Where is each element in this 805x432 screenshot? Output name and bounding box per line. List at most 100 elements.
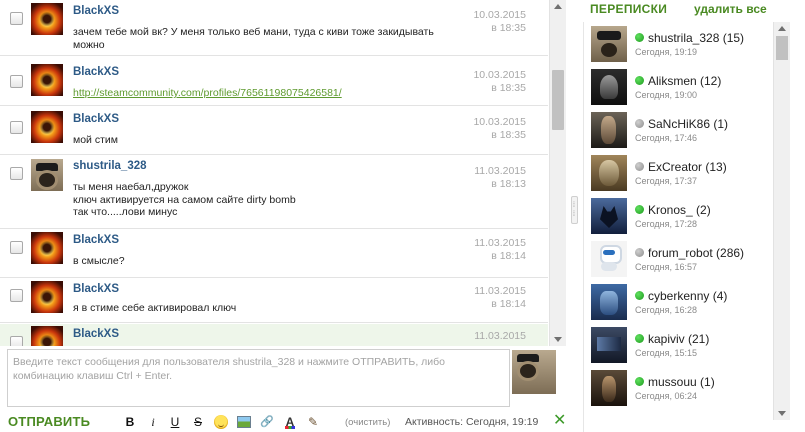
recipient-avatar bbox=[512, 350, 556, 394]
message-input[interactable] bbox=[8, 350, 509, 406]
dialog-time: Сегодня, 17:37 bbox=[635, 176, 698, 186]
message-checkbox[interactable] bbox=[10, 167, 23, 180]
creator-avatar bbox=[591, 155, 627, 191]
dialog-time: Сегодня, 16:57 bbox=[635, 262, 698, 272]
message-link[interactable]: http://steamcommunity.com/profiles/76561… bbox=[73, 87, 342, 99]
image-icon[interactable] bbox=[237, 416, 251, 428]
dialog-item[interactable]: shustrila_328 (15) Сегодня, 19:19 bbox=[584, 22, 773, 65]
fire-avatar[interactable] bbox=[31, 326, 63, 346]
wolf-avatar bbox=[591, 198, 627, 234]
message-text: я в стиме себе активировал ключ bbox=[73, 302, 237, 314]
panel-splitter[interactable]: ⁞ ⁞ bbox=[571, 196, 578, 224]
scroll-thumb[interactable] bbox=[552, 70, 564, 130]
dialog-time: Сегодня, 19:00 bbox=[635, 90, 698, 100]
delete-all-button[interactable]: удалить все bbox=[694, 2, 767, 16]
online-status-icon bbox=[635, 291, 644, 300]
smiley-icon[interactable] bbox=[214, 415, 228, 429]
pug-avatar[interactable] bbox=[31, 159, 63, 191]
bold-icon[interactable]: B bbox=[122, 414, 138, 430]
message-author[interactable]: BlackXS bbox=[73, 66, 119, 78]
message-row: BlackXS 11.03.2015 bbox=[0, 324, 548, 346]
fire-avatar[interactable] bbox=[31, 281, 63, 313]
message-author[interactable]: BlackXS bbox=[73, 234, 119, 246]
cyber-avatar bbox=[591, 284, 627, 320]
dialog-name: kapiviv (21) bbox=[648, 332, 710, 346]
dialog-name: Aliksmen (12) bbox=[648, 74, 722, 88]
kapiviv-avatar bbox=[591, 327, 627, 363]
message-text: мой стим bbox=[73, 134, 118, 146]
dialog-item[interactable]: Aliksmen (12) Сегодня, 19:00 bbox=[584, 65, 773, 108]
dialog-list: shustrila_328 (15) Сегодня, 19:19 Aliksm… bbox=[583, 22, 773, 432]
text-color-icon[interactable]: A bbox=[282, 414, 298, 430]
message-author[interactable]: BlackXS bbox=[73, 328, 119, 340]
message-author[interactable]: BlackXS bbox=[73, 5, 119, 17]
online-status-icon bbox=[635, 33, 644, 42]
dialog-name: cyberkenny (4) bbox=[648, 289, 728, 303]
drag-handle-icon: ⁞ bbox=[573, 202, 575, 209]
message-checkbox[interactable] bbox=[10, 241, 23, 254]
underline-icon[interactable]: U bbox=[167, 414, 183, 430]
dialog-time: Сегодня, 15:15 bbox=[635, 348, 698, 358]
dialog-item[interactable]: ExCreator (13) Сегодня, 17:37 bbox=[584, 151, 773, 194]
dialog-item[interactable]: cyberkenny (4) Сегодня, 16:28 bbox=[584, 280, 773, 323]
pug-avatar bbox=[591, 26, 627, 62]
message-checkbox[interactable] bbox=[10, 12, 23, 25]
drag-handle-icon: ⁞ bbox=[573, 211, 575, 218]
message-text: http://steamcommunity.com/profiles/76561… bbox=[73, 87, 463, 100]
message-row: BlackXS зачем тебе мой вк? У меня только… bbox=[0, 0, 548, 56]
dialog-name: ExCreator (13) bbox=[648, 160, 727, 174]
fire-avatar[interactable] bbox=[31, 232, 63, 264]
link-icon[interactable]: 🔗 bbox=[259, 414, 275, 430]
message-date: 11.03.2015 в 18:14 bbox=[474, 285, 526, 310]
scroll-thumb[interactable] bbox=[776, 36, 788, 60]
quote-icon[interactable]: ✎ bbox=[305, 414, 321, 430]
scroll-up-icon[interactable] bbox=[778, 26, 786, 31]
dialog-name: Kronos_ (2) bbox=[648, 203, 711, 217]
dialog-item[interactable]: SaNcHiK86 (1) Сегодня, 17:46 bbox=[584, 108, 773, 151]
scroll-down-icon[interactable] bbox=[778, 411, 786, 416]
dialogs-title: ПЕРЕПИСКИ bbox=[590, 2, 668, 16]
dialog-item[interactable]: kapiviv (21) Сегодня, 15:15 bbox=[584, 323, 773, 366]
dialog-item[interactable]: forum_robot (286) Сегодня, 16:57 bbox=[584, 237, 773, 280]
mussou-avatar bbox=[591, 370, 627, 406]
scroll-down-icon[interactable] bbox=[554, 337, 562, 342]
message-row: BlackXS http://steamcommunity.com/profil… bbox=[0, 57, 548, 106]
clear-link[interactable]: (очистить) bbox=[345, 417, 390, 428]
message-text: ты меня наебал,дружок ключ активируется … bbox=[73, 181, 296, 218]
soldier-avatar bbox=[591, 69, 627, 105]
message-date: 11.03.2015 bbox=[474, 330, 526, 342]
scroll-up-icon[interactable] bbox=[554, 4, 562, 9]
dialog-time: Сегодня, 17:28 bbox=[635, 219, 698, 229]
strikethrough-icon[interactable]: S bbox=[190, 414, 206, 430]
italic-icon[interactable]: i bbox=[145, 414, 161, 430]
online-status-icon bbox=[635, 377, 644, 386]
message-author[interactable]: BlackXS bbox=[73, 113, 119, 125]
message-text: в смысле? bbox=[73, 255, 125, 267]
message-checkbox[interactable] bbox=[10, 289, 23, 302]
dialog-name: shustrila_328 (15) bbox=[648, 31, 745, 45]
dialog-time: Сегодня, 17:46 bbox=[635, 133, 698, 143]
fire-avatar[interactable] bbox=[31, 111, 63, 143]
online-status-icon bbox=[635, 334, 644, 343]
message-checkbox[interactable] bbox=[10, 75, 23, 88]
message-date: 11.03.2015 в 18:14 bbox=[474, 237, 526, 262]
message-author[interactable]: shustrila_328 bbox=[73, 160, 147, 172]
message-text: зачем тебе мой вк? У меня только веб ман… bbox=[73, 26, 434, 51]
message-row: BlackXS мой стим 10.03.2015 в 18:35 bbox=[0, 107, 548, 155]
fire-avatar[interactable] bbox=[31, 3, 63, 35]
dialogs-scrollbar[interactable] bbox=[773, 22, 790, 420]
message-history: BlackXS зачем тебе мой вк? У меня только… bbox=[0, 0, 548, 346]
send-button[interactable]: ОТПРАВИТЬ bbox=[8, 414, 90, 429]
message-author[interactable]: BlackXS bbox=[73, 283, 119, 295]
message-checkbox[interactable] bbox=[10, 336, 23, 346]
dialog-item[interactable]: Kronos_ (2) Сегодня, 17:28 bbox=[584, 194, 773, 237]
fire-avatar[interactable] bbox=[31, 64, 63, 96]
man-avatar bbox=[591, 112, 627, 148]
offline-status-icon bbox=[635, 162, 644, 171]
dialog-item[interactable]: mussouu (1) Сегодня, 06:24 bbox=[584, 366, 773, 409]
messages-scrollbar[interactable] bbox=[549, 0, 566, 346]
dialog-name: forum_robot (286) bbox=[648, 246, 745, 260]
dialog-name: mussouu (1) bbox=[648, 375, 715, 389]
close-icon[interactable]: ✕ bbox=[553, 413, 566, 429]
message-checkbox[interactable] bbox=[10, 121, 23, 134]
